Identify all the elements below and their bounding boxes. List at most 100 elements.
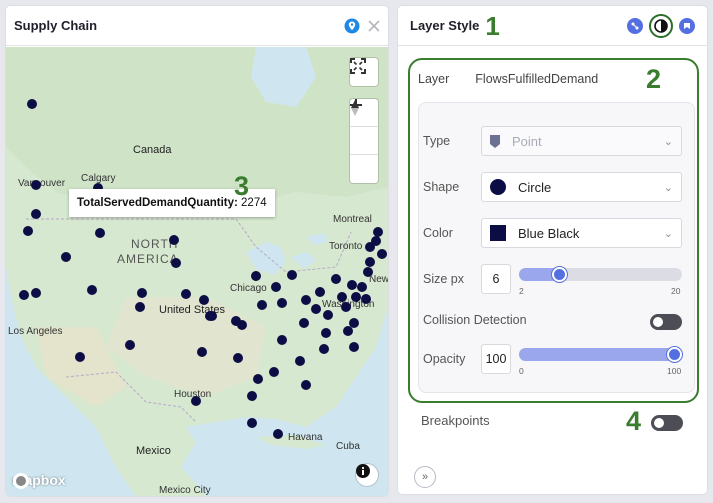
demand-point[interactable] <box>31 209 41 219</box>
size-min-label: 2 <box>519 286 524 296</box>
demand-point[interactable] <box>61 252 71 262</box>
demand-point[interactable] <box>349 342 359 352</box>
layer-row: Layer FlowsFulfilledDemand <box>418 72 598 86</box>
demand-point[interactable] <box>171 258 181 268</box>
demand-point[interactable] <box>169 235 179 245</box>
demand-point[interactable] <box>301 295 311 305</box>
map-canvas[interactable]: Canada Vancouver Calgary NORTH AMERICA M… <box>6 47 388 496</box>
color-select[interactable]: Blue Black ⌄ <box>481 218 682 248</box>
layer-style-tab[interactable] <box>649 13 673 38</box>
demand-point[interactable] <box>197 347 207 357</box>
demand-point[interactable] <box>323 310 333 320</box>
demand-point[interactable] <box>31 288 41 298</box>
demand-point[interactable] <box>181 289 191 299</box>
annotation-2: 2 <box>646 64 662 94</box>
type-select[interactable]: Point ⌄ <box>481 126 682 156</box>
demand-point[interactable] <box>295 356 305 366</box>
demand-point[interactable] <box>351 292 361 302</box>
demand-point[interactable] <box>331 274 341 284</box>
collision-toggle[interactable] <box>650 314 682 330</box>
demand-point[interactable] <box>299 318 309 328</box>
demand-point[interactable] <box>373 227 383 237</box>
demand-point[interactable] <box>237 320 247 330</box>
breakpoints-label: Breakpoints <box>421 413 490 428</box>
size-input[interactable]: 6 <box>481 264 511 294</box>
demand-point[interactable] <box>343 326 353 336</box>
demand-point[interactable] <box>135 302 145 312</box>
mapbox-logo-icon <box>13 473 29 489</box>
demand-point[interactable] <box>315 287 325 297</box>
location-pin-icon[interactable] <box>344 18 360 34</box>
demand-point[interactable] <box>247 391 257 401</box>
zoom-controls <box>350 99 378 183</box>
demand-point[interactable] <box>257 300 267 310</box>
tooltip-field: TotalServedDemandQuantity: <box>77 197 238 209</box>
demand-point[interactable] <box>95 228 105 238</box>
type-value: Point <box>512 133 542 149</box>
demand-point[interactable] <box>277 335 287 345</box>
opacity-max-label: 100 <box>667 366 682 376</box>
zoom-out-button[interactable] <box>350 104 378 155</box>
opacity-label: Opacity <box>423 352 466 366</box>
opacity-slider-thumb[interactable] <box>667 347 682 362</box>
demand-point[interactable] <box>377 249 387 259</box>
fullscreen-button[interactable] <box>350 58 378 86</box>
shape-select[interactable]: Circle ⌄ <box>481 172 682 202</box>
demand-point[interactable] <box>319 344 329 354</box>
demand-point[interactable] <box>27 99 37 109</box>
mapbox-logo: mapbox <box>12 472 66 489</box>
demand-point[interactable] <box>349 318 359 328</box>
demand-point[interactable] <box>337 292 347 302</box>
demand-point[interactable] <box>137 288 147 298</box>
demand-point[interactable] <box>269 367 279 377</box>
demand-point[interactable] <box>125 340 135 350</box>
data-flow-icon[interactable] <box>627 17 643 34</box>
demand-point[interactable] <box>371 236 381 246</box>
demand-point[interactable] <box>19 290 29 300</box>
demand-point[interactable] <box>301 380 311 390</box>
double-chevron-right-icon: » <box>421 471 429 483</box>
opacity-slider[interactable] <box>519 347 682 362</box>
demand-point[interactable] <box>271 282 281 292</box>
demand-point[interactable] <box>287 270 297 280</box>
demand-point[interactable] <box>311 304 321 314</box>
size-slider-thumb[interactable] <box>551 267 567 282</box>
demand-point[interactable] <box>361 294 371 304</box>
demand-point[interactable] <box>23 226 33 236</box>
layer-style-panel: Layer Style 1 Layer FlowsFulfilledDemand… <box>398 6 707 494</box>
demand-point[interactable] <box>341 302 351 312</box>
demand-point[interactable] <box>87 285 97 295</box>
contrast-icon <box>654 18 668 33</box>
size-label: Size px <box>423 272 464 286</box>
breakpoints-toggle[interactable] <box>651 415 683 431</box>
demand-point[interactable] <box>251 271 261 281</box>
demand-point[interactable] <box>233 353 243 363</box>
demand-point[interactable] <box>75 352 85 362</box>
demand-point[interactable] <box>199 295 209 305</box>
demand-point[interactable] <box>247 418 257 428</box>
expand-panel-button[interactable]: » <box>414 466 436 488</box>
map-panel: Supply Chain Canada Vancouver Calgary NO… <box>6 6 388 496</box>
label-settings-icon[interactable] <box>679 17 695 34</box>
demand-point[interactable] <box>363 267 373 277</box>
size-slider[interactable] <box>519 267 682 282</box>
chevron-down-icon: ⌄ <box>663 181 673 194</box>
annotation-3: 3 <box>234 171 250 201</box>
close-icon[interactable] <box>368 19 380 32</box>
demand-point[interactable] <box>347 280 357 290</box>
opacity-input[interactable]: 100 <box>481 344 511 374</box>
point-marker-icon <box>490 134 500 148</box>
demand-point[interactable] <box>357 282 367 292</box>
demand-point[interactable] <box>273 429 283 439</box>
demand-point[interactable] <box>191 396 201 406</box>
demand-point[interactable] <box>205 311 215 321</box>
demand-point[interactable] <box>31 180 41 190</box>
demand-point[interactable] <box>277 298 287 308</box>
compass-button[interactable] <box>350 100 378 183</box>
demand-point[interactable] <box>365 257 375 267</box>
demand-point[interactable] <box>321 328 331 338</box>
attribution-info-button[interactable] <box>356 464 378 486</box>
opacity-slider-fill <box>519 348 675 361</box>
points-layer <box>19 99 387 439</box>
demand-point[interactable] <box>253 374 263 384</box>
